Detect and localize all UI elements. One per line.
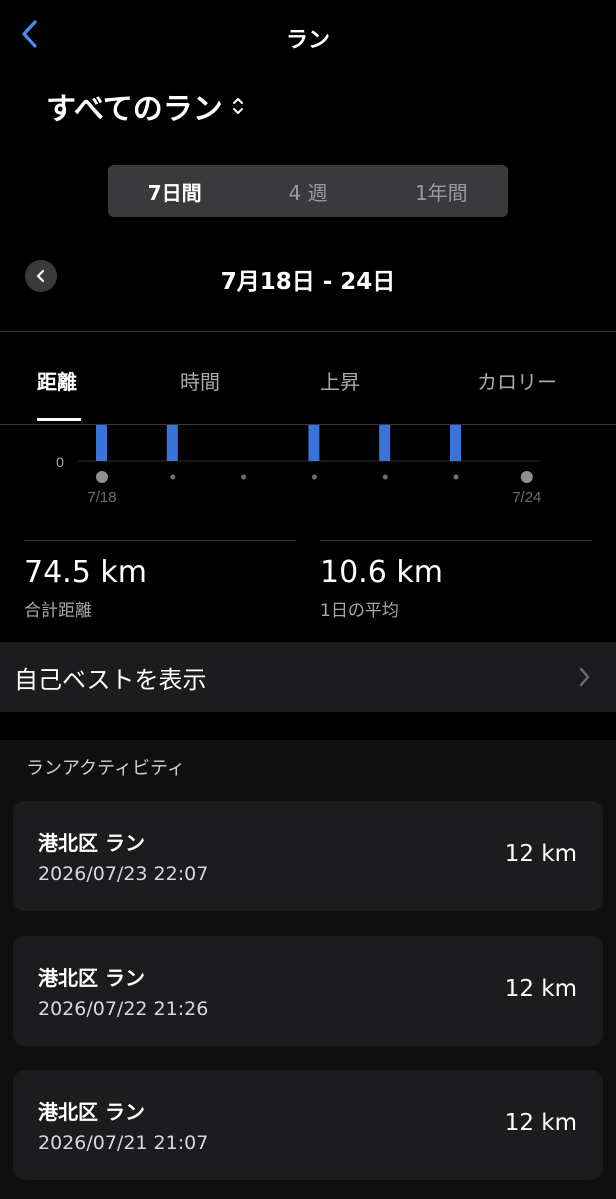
x-tick-dot	[170, 474, 176, 480]
metric-tabs: 距離 時間 上昇 カロリー	[0, 332, 616, 424]
activity-distance: 12 km	[504, 976, 577, 1002]
activity-title: 港北区 ラン	[38, 966, 145, 990]
activity-datetime: 2026/07/23 22:07	[38, 863, 209, 885]
section-heading: ランアクティビティ	[26, 758, 185, 779]
page-title: ラン	[285, 28, 330, 53]
daily-average-label: 1日の平均	[320, 601, 399, 621]
bar	[450, 425, 461, 461]
period-segmented-control: 7日間 4 週 1年間	[108, 165, 508, 217]
chevron-right-icon	[579, 667, 590, 687]
x-tick-label: 7/18	[87, 489, 116, 506]
segment-7-days[interactable]: 7日間	[108, 165, 241, 217]
activity-datetime: 2026/07/21 21:07	[38, 1132, 209, 1154]
personal-best-row[interactable]: 自己ベストを表示	[0, 642, 616, 712]
bar	[308, 425, 320, 461]
activity-card[interactable]: 港北区 ラン 2026/07/21 21:07 12 km	[13, 1070, 603, 1180]
activity-datetime: 2026/07/22 21:26	[38, 998, 209, 1020]
x-tick-dot	[520, 471, 533, 483]
segment-4-weeks[interactable]: 4 週	[241, 165, 374, 217]
tab-calories[interactable]: カロリー	[477, 366, 557, 395]
activity-title: 港北区 ラン	[38, 1100, 145, 1124]
total-distance-value: 74.5 km	[24, 555, 147, 590]
x-tick-dot	[382, 474, 388, 480]
run-activity-section: ランアクティビティ 港北区 ラン 2026/07/23 22:07 12 km …	[0, 740, 616, 1199]
segment-1-year[interactable]: 1年間	[375, 165, 508, 217]
x-tick-dot	[311, 474, 317, 480]
activity-title: 港北区 ラン	[38, 831, 145, 855]
x-tick-dot	[96, 471, 108, 483]
tab-distance[interactable]: 距離	[37, 366, 77, 395]
personal-best-label: 自己ベストを表示	[14, 665, 207, 694]
stats-row: 74.5 km 合計距離 10.6 km 1日の平均	[0, 540, 616, 625]
run-filter-dropdown[interactable]: すべてのラン	[46, 84, 245, 128]
date-range-title: 7月18日 - 24日	[220, 269, 396, 295]
activity-distance: 12 km	[504, 1110, 577, 1136]
activity-card[interactable]: 港北区 ラン 2026/07/22 21:26 12 km	[13, 936, 603, 1046]
activity-card[interactable]: 港北区 ラン 2026/07/23 22:07 12 km	[13, 801, 603, 911]
bar	[379, 425, 391, 461]
x-tick-dot	[453, 474, 459, 480]
distance-bar-chart: 0 7/18 7/24	[56, 425, 541, 506]
date-range-row: 7月18日 - 24日	[0, 250, 616, 300]
bar	[96, 425, 107, 461]
tab-elevation[interactable]: 上昇	[320, 366, 360, 395]
bar	[166, 425, 178, 461]
y-tick-label: 0	[56, 454, 64, 470]
daily-average-stat: 10.6 km 1日の平均	[320, 540, 592, 621]
activity-distance: 12 km	[504, 841, 577, 867]
x-tick-label: 7/24	[512, 489, 541, 506]
total-distance-label: 合計距離	[24, 601, 92, 621]
total-distance-stat: 74.5 km 合計距離	[24, 540, 296, 621]
chevron-up-down-icon	[231, 95, 245, 117]
active-tab-indicator	[37, 418, 81, 421]
nav-header: ラン	[0, 0, 616, 70]
x-tick-dot	[241, 474, 247, 480]
tab-time[interactable]: 時間	[180, 366, 220, 395]
filter-label: すべてのラン	[46, 92, 223, 127]
daily-average-value: 10.6 km	[320, 555, 443, 590]
